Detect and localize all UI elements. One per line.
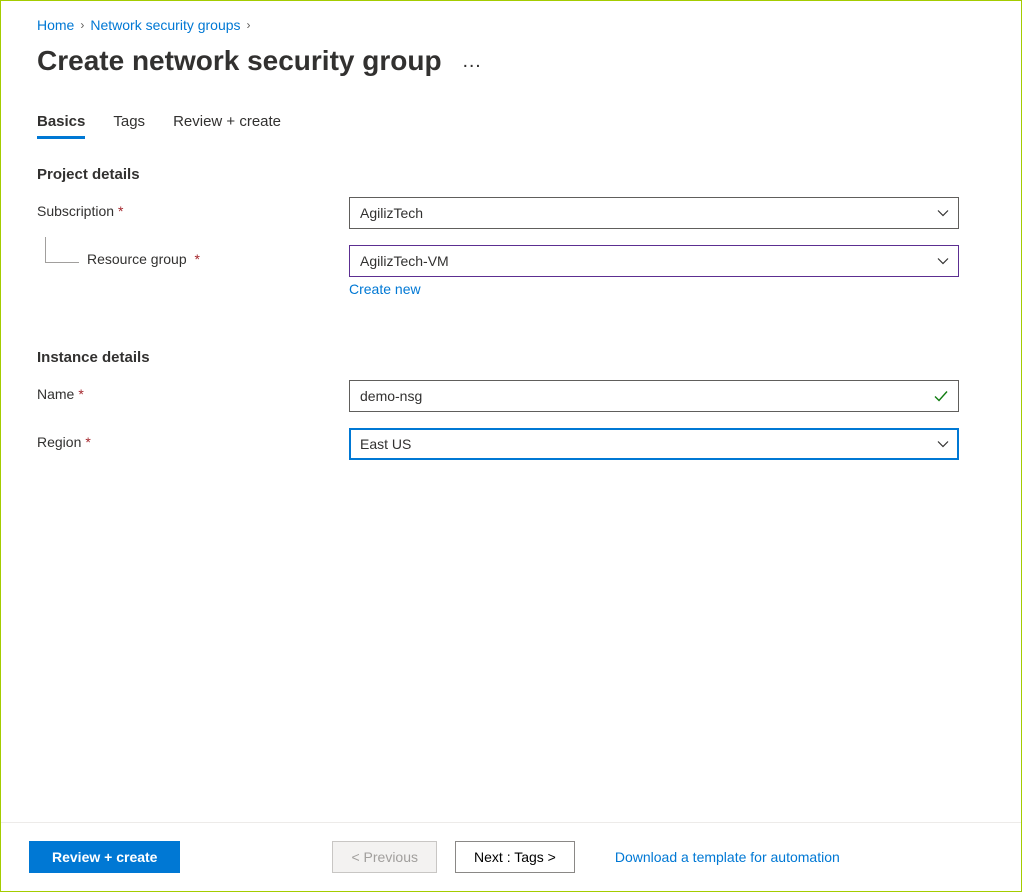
resource-group-value: AgilizTech-VM bbox=[360, 253, 449, 269]
breadcrumb-nsg[interactable]: Network security groups bbox=[90, 17, 240, 33]
next-button[interactable]: Next : Tags > bbox=[455, 841, 575, 873]
region-select[interactable]: East US bbox=[349, 428, 959, 460]
subscription-label: Subscription bbox=[37, 203, 114, 219]
subscription-select[interactable]: AgilizTech bbox=[349, 197, 959, 229]
region-value: East US bbox=[360, 436, 411, 452]
resource-group-label: Resource group bbox=[87, 251, 187, 267]
tree-connector-icon bbox=[45, 237, 79, 263]
required-indicator: * bbox=[118, 203, 123, 219]
page-title: Create network security group bbox=[37, 45, 442, 77]
required-indicator: * bbox=[78, 386, 83, 402]
breadcrumb-home[interactable]: Home bbox=[37, 17, 74, 33]
name-label: Name bbox=[37, 386, 74, 402]
breadcrumb: Home › Network security groups › bbox=[37, 17, 985, 33]
name-value: demo-nsg bbox=[360, 388, 422, 404]
required-indicator: * bbox=[195, 251, 200, 267]
resource-group-select[interactable]: AgilizTech-VM bbox=[349, 245, 959, 277]
chevron-right-icon: › bbox=[80, 18, 84, 32]
chevron-right-icon: › bbox=[247, 18, 251, 32]
footer: Review + create < Previous Next : Tags >… bbox=[1, 822, 1021, 891]
name-input[interactable]: demo-nsg bbox=[349, 380, 959, 412]
review-create-button[interactable]: Review + create bbox=[29, 841, 180, 873]
project-details-heading: Project details bbox=[37, 166, 985, 183]
previous-button: < Previous bbox=[332, 841, 437, 873]
tab-tags[interactable]: Tags bbox=[113, 113, 145, 139]
create-new-link[interactable]: Create new bbox=[349, 281, 421, 297]
tab-review-create[interactable]: Review + create bbox=[173, 113, 281, 139]
more-actions-icon[interactable]: … bbox=[462, 50, 483, 73]
required-indicator: * bbox=[85, 434, 90, 450]
tabs: Basics Tags Review + create bbox=[37, 113, 985, 140]
instance-details-heading: Instance details bbox=[37, 349, 985, 366]
subscription-value: AgilizTech bbox=[360, 205, 423, 221]
region-label: Region bbox=[37, 434, 81, 450]
download-template-link[interactable]: Download a template for automation bbox=[615, 849, 840, 865]
tab-basics[interactable]: Basics bbox=[37, 113, 85, 139]
